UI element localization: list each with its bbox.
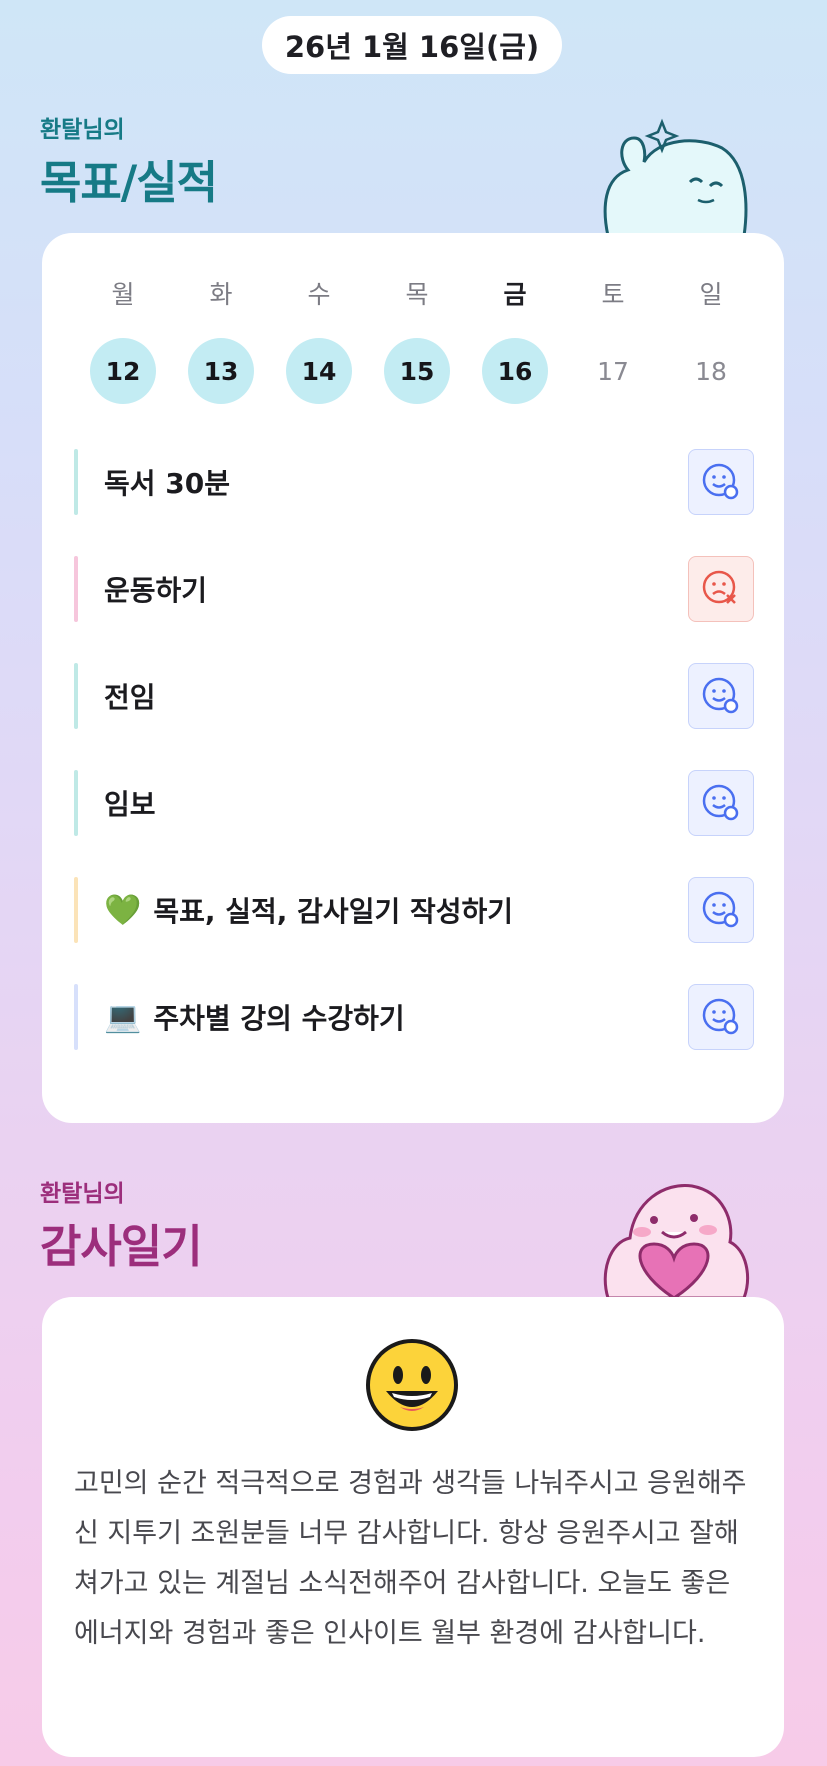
goal-color-bar xyxy=(74,877,78,943)
goal-label: 전임 xyxy=(104,676,156,716)
grinning-face-icon xyxy=(366,1339,458,1431)
goal-label-text: 전임 xyxy=(104,681,156,714)
mascot-heart-icon xyxy=(603,1184,749,1298)
goal-owner-label: 환탈님의 xyxy=(40,117,125,143)
gratitude-text: 고민의 순간 적극적으로 경험과 생각들 나눠주시고 응원해주신 지투기 조원분… xyxy=(74,1468,747,1649)
goal-section-header: 환탈님의 목표/실적 xyxy=(40,110,218,211)
goal-label-text: 목표, 실적, 감사일기 작성하기 xyxy=(153,895,513,928)
date-cell-14[interactable]: 14 xyxy=(270,338,368,404)
date-number: 17 xyxy=(597,356,629,386)
date-number: 13 xyxy=(188,338,254,404)
status-success-button[interactable] xyxy=(688,984,754,1050)
smile-check-icon xyxy=(702,463,739,500)
date-number: 12 xyxy=(90,338,156,404)
smile-check-icon xyxy=(702,784,739,821)
goal-color-bar xyxy=(74,984,78,1050)
status-success-button[interactable] xyxy=(688,663,754,729)
weekday-sun: 일 xyxy=(699,280,723,309)
smile-check-icon xyxy=(702,677,739,714)
date-cell-12[interactable]: 12 xyxy=(74,338,172,404)
smile-check-icon xyxy=(702,891,739,928)
goal-color-bar xyxy=(74,663,78,729)
goal-item[interactable]: 💚 목표, 실적, 감사일기 작성하기 xyxy=(74,877,754,943)
weekday-thu: 목 xyxy=(405,280,429,309)
goal-section-title: 목표/실적 xyxy=(40,156,218,209)
status-fail-button[interactable] xyxy=(688,556,754,622)
goal-label-text: 운동하기 xyxy=(104,574,208,607)
date-row: 12 13 14 15 16 17 18 xyxy=(74,338,760,404)
weekday-wed: 수 xyxy=(307,280,331,309)
date-cell-15[interactable]: 15 xyxy=(368,338,466,404)
status-success-button[interactable] xyxy=(688,877,754,943)
status-success-button[interactable] xyxy=(688,770,754,836)
goal-label: 💚 목표, 실적, 감사일기 작성하기 xyxy=(104,890,513,930)
goal-color-bar xyxy=(74,556,78,622)
gratitude-section-header: 환탈님의 감사일기 xyxy=(40,1174,203,1275)
date-cell-13[interactable]: 13 xyxy=(172,338,270,404)
goal-label-text: 독서 30분 xyxy=(104,467,230,500)
laptop-icon: 💻 xyxy=(104,999,142,1035)
date-cell-16[interactable]: 16 xyxy=(466,338,564,404)
weekday-row: 월 화 수 목 금 토 일 xyxy=(74,277,760,309)
goal-label: 💻 주차별 강의 수강하기 xyxy=(104,997,405,1037)
goal-label-text: 주차별 강의 수강하기 xyxy=(153,1002,405,1035)
weekday-fri: 금 xyxy=(503,280,527,309)
gratitude-section-title: 감사일기 xyxy=(40,1220,203,1273)
date-number: 18 xyxy=(695,356,727,386)
goal-item[interactable]: 운동하기 xyxy=(74,556,754,622)
weekday-mon: 월 xyxy=(111,280,135,309)
goal-item[interactable]: 임보 xyxy=(74,770,754,836)
date-number: 15 xyxy=(384,338,450,404)
sad-x-icon xyxy=(702,570,736,604)
goal-label: 운동하기 xyxy=(104,569,207,609)
date-pill[interactable]: 26년 1월 16일(금) xyxy=(262,16,562,74)
weekday-sat: 토 xyxy=(601,280,625,309)
goal-item[interactable]: 💻 주차별 강의 수강하기 xyxy=(74,984,754,1050)
goal-label: 임보 xyxy=(104,783,156,823)
goal-color-bar xyxy=(74,449,78,515)
date-cell-18[interactable]: 18 xyxy=(662,338,760,404)
goal-label-text: 임보 xyxy=(104,788,156,821)
date-number: 14 xyxy=(286,338,352,404)
gratitude-owner-label: 환탈님의 xyxy=(40,1181,125,1207)
goal-list: 독서 30분 운동하기 전임 임보 💚 목표, 실적, 감사일기 작성하기 💻 … xyxy=(74,449,754,1091)
gratitude-card: 고민의 순간 적극적으로 경험과 생각들 나눠주시고 응원해주신 지투기 조원분… xyxy=(42,1297,784,1757)
goal-item[interactable]: 전임 xyxy=(74,663,754,729)
goal-item[interactable]: 독서 30분 xyxy=(74,449,754,515)
goal-color-bar xyxy=(74,770,78,836)
weekday-tue: 화 xyxy=(209,280,233,309)
goal-label: 독서 30분 xyxy=(104,462,230,502)
mascot-ghost-icon xyxy=(603,118,748,236)
smile-check-icon xyxy=(702,998,739,1035)
date-cell-17[interactable]: 17 xyxy=(564,338,662,404)
goal-card: 월 화 수 목 금 토 일 12 13 14 15 16 17 18 독서 30… xyxy=(42,233,784,1123)
green-heart-icon: 💚 xyxy=(104,892,142,928)
date-number: 16 xyxy=(482,338,548,404)
status-success-button[interactable] xyxy=(688,449,754,515)
